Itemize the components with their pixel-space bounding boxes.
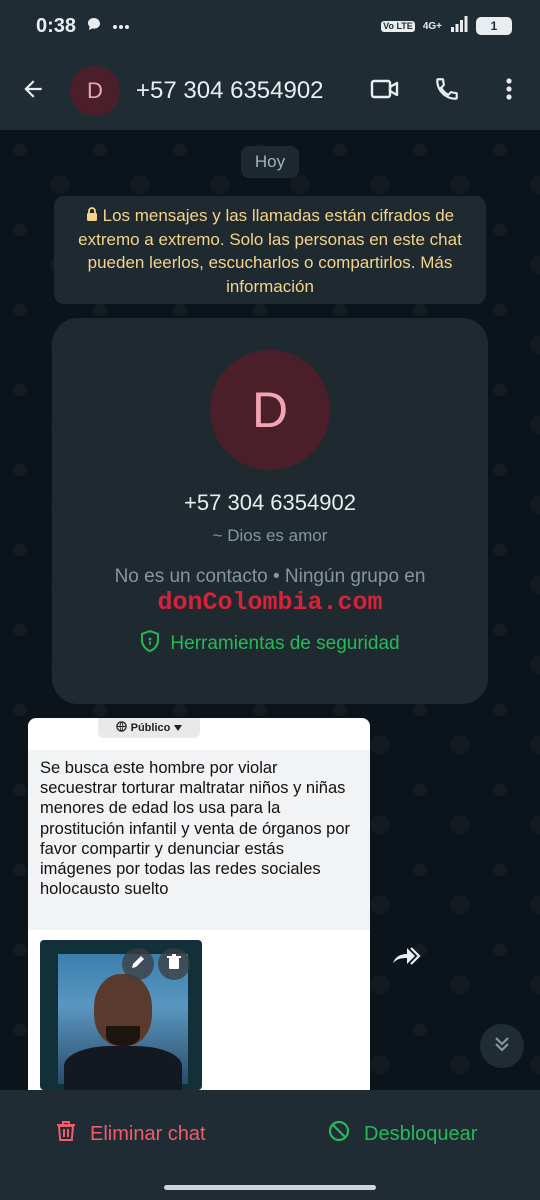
contact-avatar[interactable]: D: [70, 66, 120, 116]
encryption-text: Los mensajes y las llamadas están cifrad…: [78, 206, 462, 272]
voice-call-button[interactable]: [416, 52, 478, 130]
lock-icon: [86, 206, 103, 225]
unblock-button[interactable]: Desbloquear: [328, 1120, 477, 1148]
back-button[interactable]: [0, 52, 66, 130]
back-arrow-icon: [20, 76, 46, 107]
image-message[interactable]: Público Se busca este hombre por violar …: [28, 718, 370, 1090]
contact-phone: +57 304 6354902: [184, 490, 356, 515]
delete-chat-button[interactable]: Eliminar chat: [56, 1120, 206, 1148]
trash-icon: [167, 953, 181, 975]
status-time: 0:38: [36, 14, 77, 37]
security-tools-label: Herramientas de seguridad: [170, 633, 400, 654]
network-type: 4G+: [422, 20, 442, 32]
watermark: donColombia.com: [157, 588, 383, 617]
forward-icon: [391, 945, 421, 972]
shield-icon: [140, 629, 160, 658]
battery-indicator: 1: [476, 17, 512, 35]
chat-header: D +57 304 6354902: [0, 52, 540, 130]
blocked-chat-actions: Eliminar chat Desbloquear: [0, 1090, 540, 1200]
trash-icon: [56, 1120, 76, 1148]
security-tools-link[interactable]: Herramientas de seguridad: [52, 629, 488, 658]
chat-area[interactable]: Hoy Los mensajes y las llamadas están ci…: [0, 130, 540, 1090]
double-chevron-down-icon: [493, 1035, 511, 1058]
more-options-button[interactable]: [478, 52, 540, 130]
globe-icon: [115, 721, 127, 735]
date-chip: Hoy: [241, 146, 299, 178]
forward-button[interactable]: [384, 936, 428, 980]
more-vert-icon: [506, 77, 512, 106]
post-text: Se busca este hombre por violar secuestr…: [28, 750, 370, 930]
audience-chip: Público: [98, 718, 200, 738]
audience-label: Público: [130, 722, 171, 734]
contact-about: ~ Dios es amor: [212, 526, 328, 545]
home-indicator[interactable]: [164, 1185, 376, 1190]
video-call-icon: [370, 77, 400, 106]
phone-icon: [434, 76, 460, 107]
volte-badge: Vo LTE: [381, 20, 415, 32]
encryption-notice[interactable]: Los mensajes y las llamadas están cifrad…: [54, 196, 486, 304]
contact-avatar-large[interactable]: D: [210, 350, 330, 470]
contact-info-card: D +57 304 6354902 ~ Dios es amor No es u…: [52, 318, 488, 704]
signal-icon: [450, 15, 468, 37]
unblock-label: Desbloquear: [364, 1122, 478, 1145]
scroll-to-bottom-button[interactable]: [480, 1024, 524, 1068]
contact-status-info: No es un contacto • Ningún grupo en: [114, 566, 426, 587]
caret-down-icon: [174, 722, 183, 734]
delete-photo-button: [158, 948, 190, 980]
edit-button: [122, 948, 154, 980]
status-bar: 0:38 Vo LTE 4G+ 1: [0, 0, 540, 52]
contact-title[interactable]: +57 304 6354902: [136, 77, 324, 105]
chat-bubble-icon: [86, 16, 102, 37]
person-photo: [40, 940, 202, 1090]
delete-chat-label: Eliminar chat: [90, 1122, 206, 1145]
video-call-button[interactable]: [354, 52, 416, 130]
pencil-icon: [130, 954, 146, 975]
more-notifications-icon: [112, 17, 130, 35]
block-icon: [328, 1120, 350, 1148]
